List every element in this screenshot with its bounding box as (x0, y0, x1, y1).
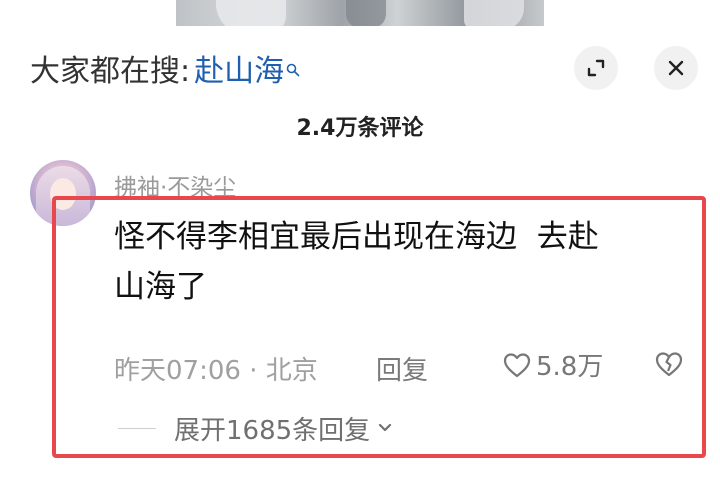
comment-count: 2.4万条评论 (296, 116, 424, 141)
expand-button[interactable] (574, 46, 618, 90)
close-icon (668, 60, 684, 76)
search-suggestion-label: 大家都在搜: (30, 54, 191, 89)
search-icon[interactable] (286, 50, 300, 77)
expand-icon (587, 59, 605, 77)
search-keyword-link[interactable]: 赴山海 (194, 46, 284, 90)
search-suggestion[interactable]: 大家都在搜: 赴山海 (30, 46, 300, 90)
highlight-box (52, 196, 706, 458)
screen: 大家都在搜: 赴山海 2.4万条评论 拂袖·不染尘 怪不得李相宜最后出现在海边 … (0, 0, 720, 480)
close-button[interactable] (654, 46, 698, 90)
